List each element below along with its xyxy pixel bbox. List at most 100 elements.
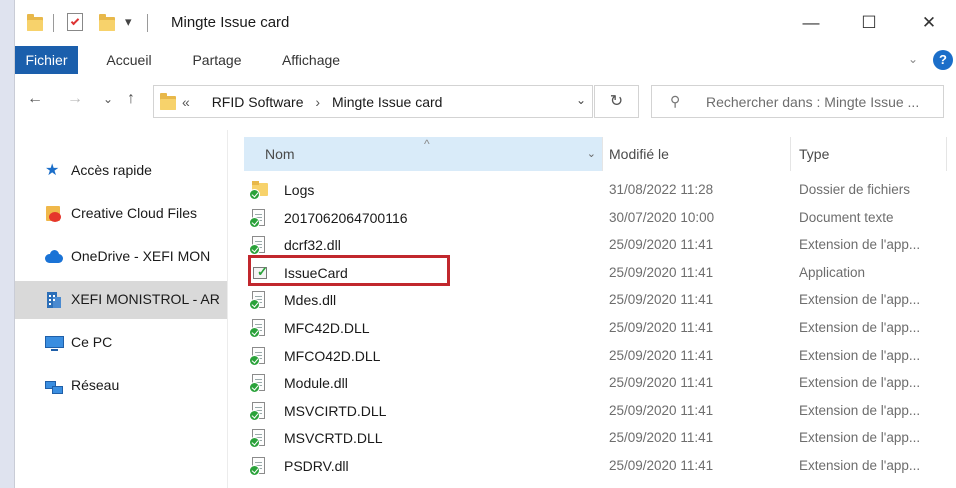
search-placeholder: Rechercher dans : Mingte Issue ...	[706, 94, 920, 110]
file-name: PSDRV.dll	[284, 458, 349, 474]
minimize-button[interactable]: —	[791, 8, 831, 38]
file-row[interactable]: Mdes.dll 25/09/2020 11:41 Extension de l…	[228, 286, 956, 313]
file-row[interactable]: Module.dll 25/09/2020 11:41 Extension de…	[228, 369, 956, 396]
address-dropdown-icon[interactable]: ⌄	[576, 93, 586, 107]
breadcrumb-item[interactable]: RFID Software	[212, 94, 304, 110]
file-name: MSVCRTD.DLL	[284, 430, 383, 446]
file-name: Mdes.dll	[284, 292, 337, 308]
file-row[interactable]: MFC42D.DLL 25/09/2020 11:41 Extension de…	[228, 314, 956, 341]
file-name: 2017062064700116	[284, 210, 408, 226]
maximize-button[interactable]: ☐	[849, 8, 889, 38]
file-modified: 25/09/2020 11:41	[609, 430, 714, 445]
file-modified: 25/09/2020 11:41	[609, 458, 714, 473]
column-dropdown-icon[interactable]: ⌄	[587, 137, 596, 171]
file-name: dcrf32.dll	[284, 237, 341, 253]
search-icon: ⚲	[670, 93, 681, 109]
recent-locations-icon[interactable]: ⌄	[103, 92, 113, 106]
file-row[interactable]: MSVCRTD.DLL 25/09/2020 11:41 Extension d…	[228, 424, 956, 451]
nav-item-acces-rapide[interactable]: ★ Accès rapide	[15, 152, 227, 190]
dll-file-icon	[249, 319, 268, 338]
file-name: Logs	[284, 182, 315, 198]
tab-accueil[interactable]: Accueil	[95, 46, 163, 74]
file-modified: 31/08/2022 11:28	[609, 182, 714, 197]
address-bar[interactable]: « RFID Software › Mingte Issue card ⌄	[153, 85, 593, 118]
ribbon: Fichier Accueil Partage Affichage ⌄ ?	[15, 46, 956, 74]
file-type: Extension de l'app...	[799, 348, 921, 363]
column-separator[interactable]	[946, 137, 947, 171]
navigation-pane: ★ Accès rapide Creative Cloud Files OneD…	[15, 130, 227, 488]
dll-file-icon	[249, 236, 268, 255]
file-row[interactable]: dcrf32.dll 25/09/2020 11:41 Extension de…	[228, 231, 956, 258]
file-modified: 30/07/2020 10:00	[609, 210, 715, 225]
tab-fichier[interactable]: Fichier	[15, 46, 78, 74]
breadcrumb: « RFID Software › Mingte Issue card	[182, 94, 443, 110]
file-row[interactable]: MSVCIRTD.DLL 25/09/2020 11:41 Extension …	[228, 397, 956, 424]
search-input[interactable]: ⚲ Rechercher dans : Mingte Issue ...	[651, 85, 944, 118]
quick-access-dropdown-icon[interactable]: ▾	[125, 14, 132, 30]
file-type: Extension de l'app...	[799, 458, 921, 473]
dll-file-icon	[249, 291, 268, 310]
dll-file-icon	[249, 429, 268, 448]
nav-item-creative-cloud[interactable]: Creative Cloud Files	[15, 195, 227, 233]
properties-icon[interactable]	[67, 13, 83, 31]
back-button[interactable]: ←	[27, 90, 43, 108]
dll-file-icon	[249, 374, 268, 393]
separator	[147, 14, 148, 32]
file-list: Nom ^ ⌄ Modifié le Type Ta Logs 31/08/20…	[228, 130, 956, 488]
highlight-annotation-box	[248, 255, 450, 286]
breadcrumb-separator-icon: ›	[315, 94, 321, 110]
nav-item-reseau[interactable]: Réseau	[15, 367, 227, 405]
breadcrumb-overflow[interactable]: «	[182, 94, 190, 110]
nav-item-label: Ce PC	[71, 334, 113, 350]
nav-item-onedrive[interactable]: OneDrive - XEFI MON	[15, 238, 227, 276]
file-name: Module.dll	[284, 375, 348, 391]
monitor-icon	[45, 335, 64, 351]
title-bar: ▾ Mingte Issue card — ☐ ✕	[15, 0, 956, 46]
file-type: Extension de l'app...	[799, 237, 921, 252]
nav-item-ce-pc[interactable]: Ce PC	[15, 324, 227, 362]
file-type: Application	[799, 265, 866, 280]
forward-button[interactable]: →	[67, 90, 83, 108]
address-row: ← → ⌄ ↑ « RFID Software › Mingte Issue c…	[15, 74, 956, 130]
dll-file-icon	[249, 457, 268, 476]
window-title: Mingte Issue card	[171, 14, 290, 31]
file-row[interactable]: MFCO42D.DLL 25/09/2020 11:41 Extension d…	[228, 342, 956, 369]
separator	[53, 14, 54, 32]
column-header-name[interactable]: Nom ^ ⌄	[244, 137, 602, 171]
explorer-window: ▾ Mingte Issue card — ☐ ✕ Fichier Accuei…	[14, 0, 956, 488]
folder-icon[interactable]	[27, 14, 43, 32]
file-row[interactable]: Logs 31/08/2022 11:28 Dossier de fichier…	[228, 176, 956, 203]
file-name: MFCO42D.DLL	[284, 348, 381, 364]
file-type: Dossier de fichiers	[799, 182, 911, 197]
file-name: MSVCIRTD.DLL	[284, 403, 387, 419]
file-modified: 25/09/2020 11:41	[609, 348, 714, 363]
column-separator[interactable]	[790, 137, 791, 171]
close-button[interactable]: ✕	[909, 8, 949, 38]
help-icon[interactable]: ?	[933, 50, 953, 70]
file-name: MFC42D.DLL	[284, 320, 370, 336]
column-header-modified[interactable]: Modifié le	[609, 137, 785, 171]
network-icon	[45, 378, 63, 394]
column-header-type[interactable]: Type	[799, 137, 949, 171]
star-icon: ★	[45, 162, 60, 179]
nav-item-label: Creative Cloud Files	[71, 205, 198, 221]
tab-partage[interactable]: Partage	[179, 46, 255, 74]
file-row[interactable]: PSDRV.dll 25/09/2020 11:41 Extension de …	[228, 452, 956, 479]
sort-ascending-icon: ^	[424, 137, 430, 151]
nav-item-xefi-monistrol[interactable]: XEFI MONISTROL - AR	[15, 281, 227, 319]
file-modified: 25/09/2020 11:41	[609, 237, 714, 252]
nav-item-label: Accès rapide	[71, 162, 152, 178]
column-separator[interactable]	[602, 137, 603, 171]
file-row[interactable]: 2017062064700116 30/07/2020 10:00 Docume…	[228, 204, 956, 231]
file-modified: 25/09/2020 11:41	[609, 403, 714, 418]
file-type: Extension de l'app...	[799, 430, 921, 445]
dll-file-icon	[249, 402, 268, 421]
file-modified: 25/09/2020 11:41	[609, 320, 714, 335]
nav-item-label: Réseau	[71, 377, 120, 393]
tab-affichage[interactable]: Affichage	[269, 46, 353, 74]
up-button[interactable]: ↑	[127, 90, 135, 108]
expand-ribbon-icon[interactable]: ⌄	[908, 52, 918, 66]
breadcrumb-item[interactable]: Mingte Issue card	[332, 94, 443, 110]
new-folder-icon[interactable]	[99, 14, 115, 32]
refresh-button[interactable]: ↻	[594, 85, 639, 118]
